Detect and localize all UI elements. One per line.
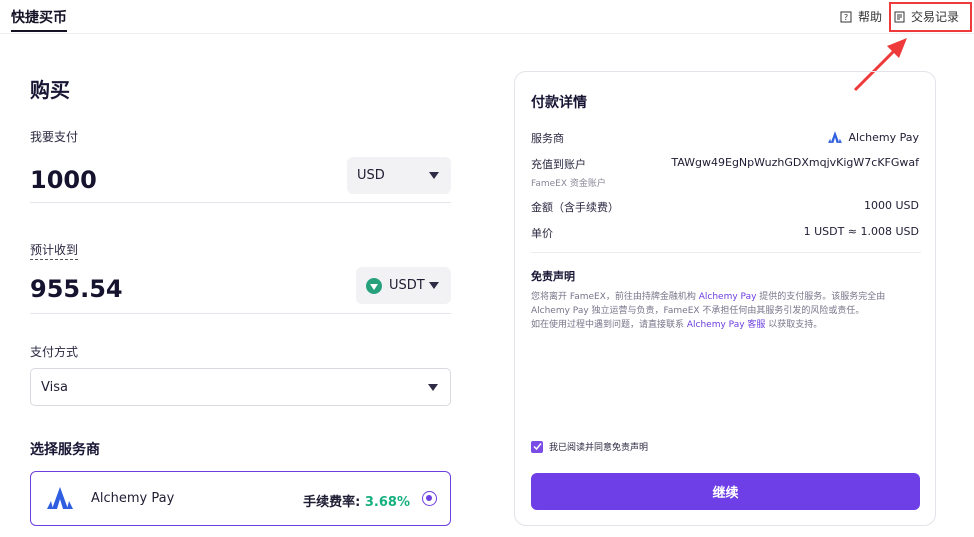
- provider-radio[interactable]: [422, 491, 437, 506]
- help-link[interactable]: ? 帮助: [840, 8, 882, 25]
- receive-label: 预计收到: [30, 241, 79, 260]
- agree-checkbox-row[interactable]: 我已阅读并同意免责声明: [531, 440, 648, 453]
- fee-rate: 手续费率: 3.68%: [303, 495, 410, 510]
- payment-details-card: 付款详情 服务商 Alchemy Pay 充值到账户 TAWgw49EgNpWu…: [514, 71, 936, 526]
- svg-text:?: ?: [844, 13, 848, 22]
- disclaimer-title: 免责声明: [531, 270, 575, 283]
- disclaimer-text: 您将离开 FameEX，前往由持牌金融机构 Alchemy Pay 提供的支付服…: [531, 292, 886, 330]
- checkbox-checked-icon[interactable]: [531, 440, 543, 453]
- total-row-label: 金额（含手续费）: [531, 201, 619, 214]
- chevron-down-icon: [428, 384, 438, 391]
- usdt-icon: [366, 277, 382, 294]
- help-icon: ?: [840, 11, 852, 22]
- account-sub-label: FameEX 资金账户: [531, 179, 606, 189]
- pay-currency-value: USD: [357, 168, 385, 183]
- chevron-down-icon: [429, 282, 439, 289]
- provider-option-alchemy-pay[interactable]: Alchemy Pay 手续费率: 3.68%: [30, 471, 451, 526]
- tab-underline: [11, 30, 67, 32]
- pay-amount-input[interactable]: 1000: [30, 166, 97, 194]
- chevron-down-icon: [429, 172, 439, 179]
- payment-method-select[interactable]: Visa: [30, 368, 451, 406]
- alchemy-pay-logo-icon: [47, 487, 73, 509]
- payment-method-value: Visa: [41, 379, 68, 395]
- method-label: 支付方式: [30, 345, 79, 359]
- divider: [531, 252, 921, 253]
- receive-currency-select[interactable]: USDT: [356, 267, 451, 304]
- continue-button[interactable]: 继续: [531, 473, 920, 510]
- total-row-value: 1000 USD: [864, 199, 919, 212]
- price-row-label: 单价: [531, 227, 553, 240]
- page-title: 购买: [30, 78, 70, 102]
- account-address: TAWgw49EgNpWuzhGDXmqjvKigW7cKFGwaf: [671, 156, 919, 169]
- pay-currency-select[interactable]: USD: [347, 157, 451, 194]
- details-title: 付款详情: [531, 95, 587, 111]
- divider: [30, 313, 451, 314]
- agree-label: 我已阅读并同意免责声明: [549, 443, 649, 453]
- provider-section-title: 选择服务商: [30, 442, 100, 458]
- top-bar: 快捷买币 ? 帮助 交易记录: [0, 0, 974, 34]
- receive-amount: 955.54: [30, 275, 123, 303]
- account-row-label: 充值到账户: [531, 158, 586, 171]
- provider-row-label: 服务商: [531, 132, 564, 145]
- alchemy-pay-logo-icon: [827, 131, 842, 143]
- help-label: 帮助: [858, 10, 883, 24]
- divider: [30, 202, 451, 203]
- provider-name: Alchemy Pay: [91, 491, 175, 506]
- receive-currency-value: USDT: [389, 278, 425, 293]
- tab-quick-buy[interactable]: 快捷买币: [11, 7, 67, 27]
- fee-rate-value: 3.68%: [364, 495, 410, 510]
- provider-row-value: Alchemy Pay: [827, 130, 919, 144]
- support-link[interactable]: Alchemy Pay 客服: [687, 320, 766, 330]
- pay-label: 我要支付: [30, 130, 79, 144]
- price-row-value: 1 USDT ≈ 1.008 USD: [803, 225, 919, 238]
